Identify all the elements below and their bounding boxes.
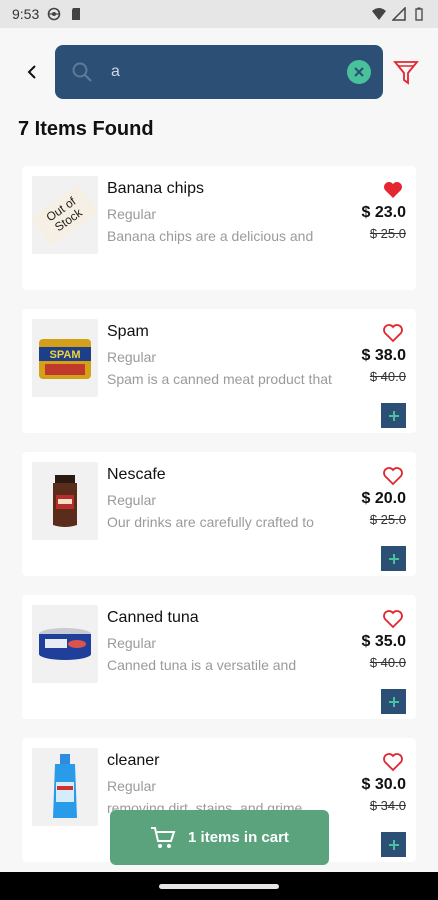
product-image-canned-tuna [32,605,98,683]
product-variant: Regular [107,492,157,508]
sd-card-icon [72,8,81,20]
product-description: Banana chips are a delicious and [107,228,314,244]
spam-can-image: SPAM [39,339,91,379]
product-name: Canned tuna [107,609,199,626]
wifi-icon [372,8,386,20]
plus-icon [388,839,399,850]
chevron-left-icon [27,65,36,79]
status-time: 9:53 [12,6,40,22]
out-of-stock-label: Out of Stock [32,184,98,246]
product-variant: Regular [107,349,157,365]
home-gesture-handle[interactable] [159,884,279,889]
plus-icon [388,410,399,421]
product-old-price: $ 40.0 [369,655,406,670]
search-bar[interactable] [55,45,383,99]
heart-filled-icon[interactable] [382,180,404,200]
back-button[interactable] [18,58,46,86]
filter-icon[interactable] [392,58,420,86]
plus-icon [388,696,399,707]
can-label: SPAM [50,349,81,361]
search-icon [72,62,92,82]
clear-search-button[interactable] [347,60,371,84]
product-image-banana-chips: Out of Stock [32,176,98,254]
product-name: Banana chips [107,180,204,197]
product-price: $ 35.0 [361,633,406,650]
product-image-cleaner [32,748,98,826]
heart-outline-icon[interactable] [382,466,404,486]
add-to-cart-button[interactable] [381,546,406,571]
battery-icon [415,7,423,21]
cleaner-bottle-image [53,754,77,818]
product-variant: Regular [107,778,157,794]
product-name: Nescafe [107,466,166,483]
add-to-cart-button[interactable] [381,832,406,857]
system-nav-bar [0,872,438,900]
close-icon [354,67,364,77]
cart-count-label: 1 items in cart [188,829,289,846]
product-price: $ 23.0 [361,204,406,221]
product-image-nescafe [32,462,98,540]
cart-icon [151,826,176,848]
product-name: cleaner [107,752,160,769]
product-variant: Regular [107,206,157,222]
product-old-price: $ 25.0 [369,512,406,527]
product-old-price: $ 34.0 [369,798,406,813]
settings-icon [47,7,61,21]
heart-outline-icon[interactable] [382,323,404,343]
product-description: Canned tuna is a versatile and [107,657,297,673]
product-card[interactable]: SPAM Spam Regular Spam is a canned meat … [22,309,416,433]
add-to-cart-button[interactable] [381,403,406,428]
product-price: $ 38.0 [361,347,406,364]
view-cart-button[interactable]: 1 items in cart [110,810,329,865]
signal-icon [392,7,406,21]
product-description: Spam is a canned meat product that [107,371,332,387]
product-description: Our drinks are carefully crafted to [107,514,314,530]
product-card[interactable]: Out of Stock Banana chips Regular Banana… [22,166,416,290]
product-card[interactable]: Nescafe Regular Our drinks are carefully… [22,452,416,576]
heart-outline-icon[interactable] [382,752,404,772]
product-image-spam: SPAM [32,319,98,397]
product-old-price: $ 40.0 [369,369,406,384]
product-variant: Regular [107,635,157,651]
product-card[interactable]: Canned tuna Regular Canned tuna is a ver… [22,595,416,719]
results-count-title: 7 Items Found [18,118,154,140]
coffee-jar-image [53,475,77,527]
product-name: Spam [107,323,149,340]
tuna-can-image [39,628,91,660]
plus-icon [388,553,399,564]
top-bar [0,40,438,104]
status-bar: 9:53 [0,0,438,28]
product-price: $ 20.0 [361,490,406,507]
product-price: $ 30.0 [361,776,406,793]
heart-outline-icon[interactable] [382,609,404,629]
search-input[interactable] [109,62,347,82]
add-to-cart-button[interactable] [381,689,406,714]
product-old-price: $ 25.0 [369,226,406,241]
